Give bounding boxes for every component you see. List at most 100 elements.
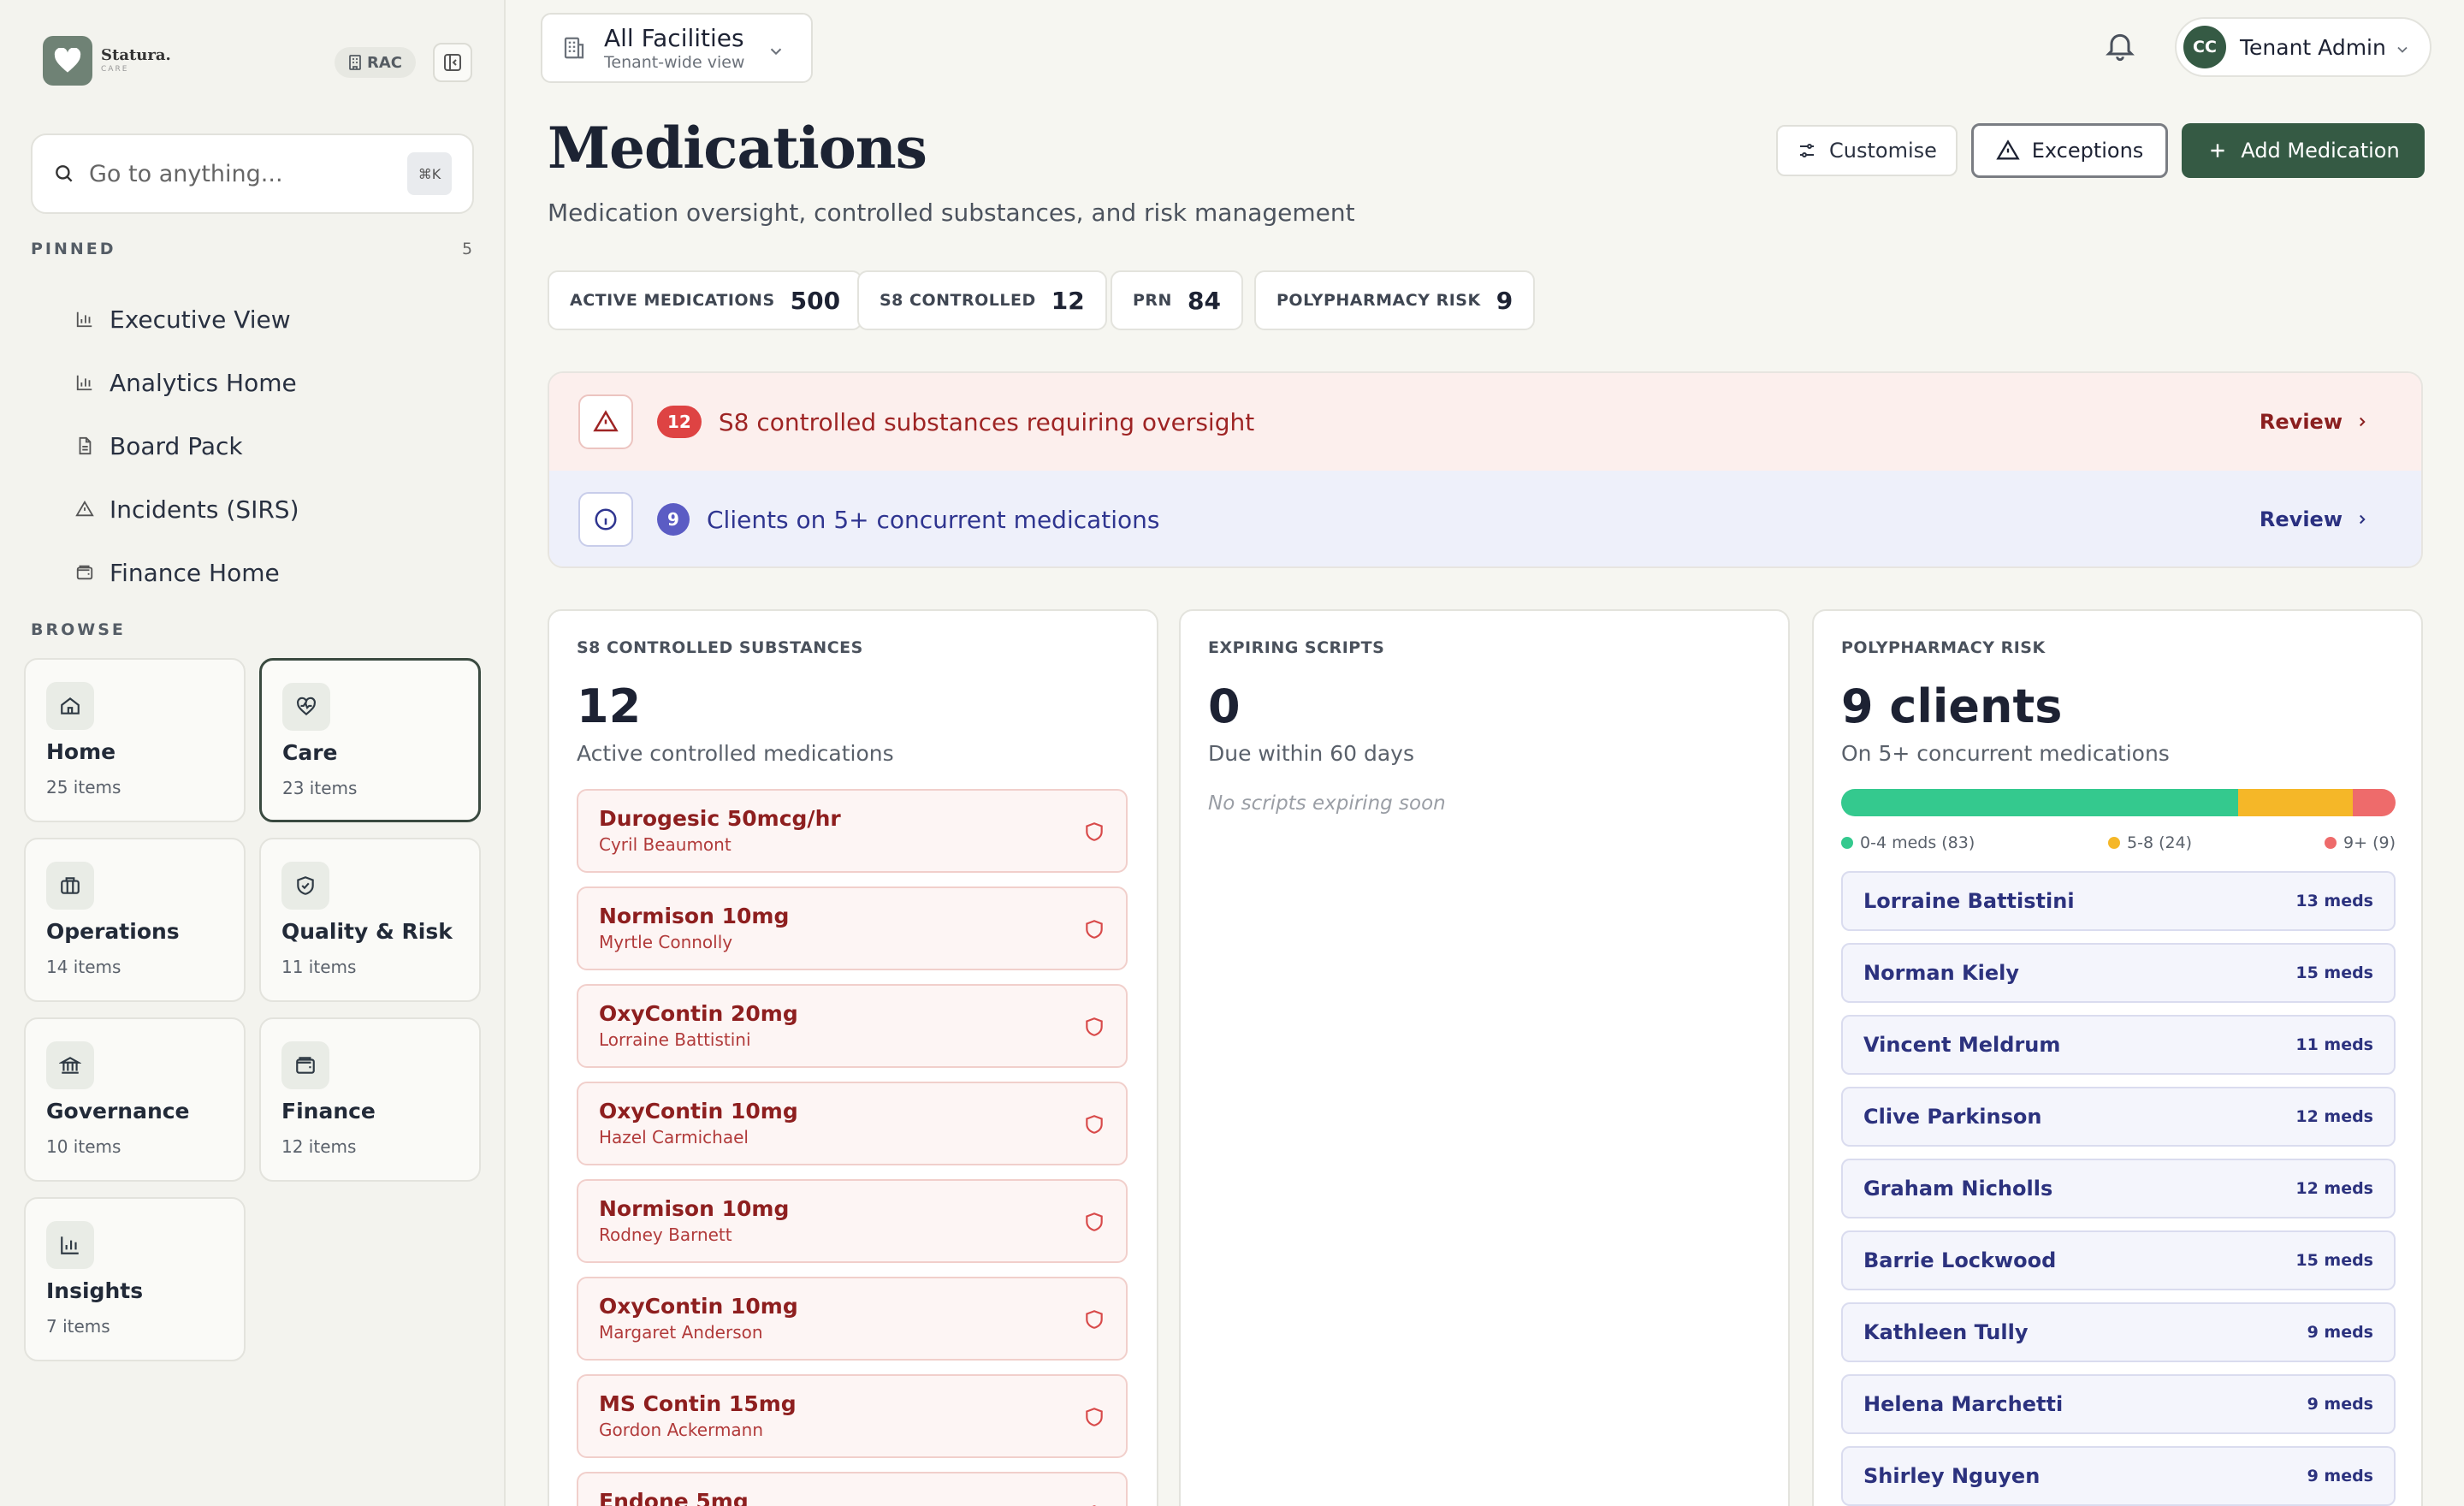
s8-medication-item[interactable]: Normison 10mg Myrtle Connolly [577, 886, 1128, 970]
s8-medication-item[interactable]: MS Contin 15mg Gordon Ackermann [577, 1374, 1128, 1458]
legend-item-low: 0-4 meds (83) [1841, 833, 1975, 852]
building-icon [564, 37, 584, 59]
warning-icon [578, 394, 633, 449]
pinned-item-executive-view[interactable]: Executive View [75, 288, 299, 351]
pinned-item-incidents[interactable]: Incidents (SIRS) [75, 477, 299, 541]
card-label: POLYPHARMACY RISK [1841, 638, 2046, 657]
facility-subtitle: Tenant-wide view [604, 52, 745, 72]
browse-card-count: 10 items [46, 1136, 121, 1157]
shortcut-hint: ⌘K [407, 152, 452, 195]
collapse-sidebar-button[interactable] [433, 43, 472, 82]
polypharmacy-card: POLYPHARMACY RISK 9 clients On 5+ concur… [1812, 609, 2423, 1506]
search-input[interactable] [89, 160, 407, 187]
card-value: 9 clients [1841, 679, 2063, 733]
stat-label: S8 CONTROLLED [880, 291, 1036, 310]
stat-active-medications[interactable]: ACTIVE MEDICATIONS 500 [548, 270, 863, 330]
pinned-item-label: Board Pack [110, 431, 243, 460]
browse-card-finance[interactable]: Finance 12 items [259, 1017, 481, 1182]
alert-text: Clients on 5+ concurrent medications [707, 505, 1160, 534]
pinned-list: Executive View Analytics Home Board Pack… [75, 288, 299, 604]
drug-name: MS Contin 15mg [599, 1391, 797, 1416]
plus-icon [2211, 144, 2224, 157]
polypharmacy-client-item[interactable]: Norman Kiely 15 meds [1841, 943, 2396, 1003]
page-title: Medications [548, 115, 927, 181]
topbar: All Facilities Tenant-wide view CC Tenan… [506, 0, 2464, 94]
browse-card-home[interactable]: Home 25 items [24, 658, 246, 822]
pinned-item-finance-home[interactable]: Finance Home [75, 541, 299, 604]
global-search[interactable]: ⌘K [31, 133, 474, 214]
browse-card-quality-risk[interactable]: Quality & Risk 11 items [259, 838, 481, 1002]
alert-review-link[interactable]: Review [2260, 507, 2370, 531]
distribution-legend: 0-4 meds (83) 5-8 (24) 9+ (9) [1841, 833, 2396, 859]
meds-count: 15 meds [2295, 963, 2373, 982]
s8-medication-item[interactable]: Durogesic 50mcg/hr Cyril Beaumont [577, 789, 1128, 873]
chevron-right-icon [2360, 514, 2366, 525]
expiring-scripts-card: EXPIRING SCRIPTS 0 Due within 60 days No… [1179, 609, 1790, 1506]
alert-review-link[interactable]: Review [2260, 410, 2370, 434]
facility-selector[interactable]: All Facilities Tenant-wide view [541, 13, 813, 83]
exceptions-button[interactable]: Exceptions [1971, 123, 2168, 178]
polypharmacy-client-item[interactable]: Helena Marchetti 9 meds [1841, 1374, 2396, 1434]
client-name: Barrie Lockwood [1863, 1248, 2057, 1272]
browse-card-insights[interactable]: Insights 7 items [24, 1197, 246, 1361]
add-medication-button[interactable]: Add Medication [2182, 123, 2425, 178]
meds-count: 9 meds [2307, 1323, 2373, 1342]
polypharmacy-client-item[interactable]: Vincent Meldrum 11 meds [1841, 1015, 2396, 1075]
polypharmacy-client-item[interactable]: Kathleen Tully 9 meds [1841, 1302, 2396, 1362]
polypharmacy-client-item[interactable]: Lorraine Battistini 13 meds [1841, 871, 2396, 931]
alert-count-badge: 12 [657, 406, 702, 438]
browse-card-governance[interactable]: Governance 10 items [24, 1017, 246, 1182]
s8-medication-item[interactable]: Normison 10mg Rodney Barnett [577, 1179, 1128, 1263]
pinned-count: 5 [462, 240, 473, 258]
sliders-icon [1800, 144, 1815, 157]
notifications-bell-icon[interactable] [2103, 28, 2137, 62]
alert-s8-oversight[interactable]: 12 S8 controlled substances requiring ov… [549, 373, 2421, 471]
review-label: Review [2259, 410, 2343, 434]
browse-card-count: 12 items [281, 1136, 357, 1157]
stat-prn[interactable]: PRN 84 [1111, 270, 1243, 330]
browse-card-title: Operations [46, 919, 180, 944]
shield-check-icon [281, 862, 329, 910]
bar-chart-icon [76, 375, 92, 391]
drug-name: Endone 5mg [599, 1489, 749, 1506]
client-name: Norman Kiely [1863, 961, 2020, 985]
polypharmacy-client-item[interactable]: Barrie Lockwood 15 meds [1841, 1230, 2396, 1290]
client-name: Graham Nicholls [1863, 1177, 2053, 1201]
alert-polypharmacy[interactable]: 9 Clients on 5+ concurrent medications R… [549, 471, 2421, 566]
org-badge[interactable]: RAC [335, 47, 417, 78]
client-name: Vincent Meldrum [1863, 1033, 2061, 1057]
warning-icon [1995, 139, 2020, 160]
pinned-item-board-pack[interactable]: Board Pack [75, 414, 299, 477]
stat-label: PRN [1133, 291, 1172, 310]
browse-card-title: Insights [46, 1278, 144, 1303]
s8-medication-item[interactable]: OxyContin 10mg Hazel Carmichael [577, 1082, 1128, 1165]
browse-card-count: 23 items [282, 778, 358, 798]
customise-button[interactable]: Customise [1776, 125, 1958, 176]
polypharmacy-client-item[interactable]: Graham Nicholls 12 meds [1841, 1159, 2396, 1218]
client-name: Hazel Carmichael [599, 1127, 749, 1147]
polypharmacy-client-item[interactable]: Clive Parkinson 12 meds [1841, 1087, 2396, 1147]
alerts-panel: 12 S8 controlled substances requiring ov… [548, 371, 2423, 568]
s8-medication-item[interactable]: Endone 5mg [577, 1472, 1128, 1506]
stat-s8-controlled[interactable]: S8 CONTROLLED 12 [857, 270, 1107, 330]
drug-name: OxyContin 20mg [599, 1001, 798, 1026]
stat-polypharmacy-risk[interactable]: POLYPHARMACY RISK 9 [1254, 270, 1536, 330]
polypharmacy-client-item[interactable]: Shirley Nguyen 9 meds [1841, 1446, 2396, 1506]
pinned-item-analytics-home[interactable]: Analytics Home [75, 351, 299, 414]
legend-label: 5-8 (24) [2127, 833, 2193, 852]
shield-icon [1092, 1505, 1097, 1506]
brand-logo[interactable]: Statura. CARE [43, 36, 171, 86]
browse-card-operations[interactable]: Operations 14 items [24, 838, 246, 1002]
browse-card-title: Governance [46, 1099, 190, 1124]
brand-name: Statura. [101, 46, 171, 64]
exceptions-label: Exceptions [2031, 139, 2144, 163]
distribution-segment [1841, 789, 2238, 816]
browse-card-care[interactable]: Care 23 items [259, 658, 481, 822]
meds-count: 12 meds [2295, 1107, 2373, 1126]
user-menu[interactable]: CC Tenant Admin [2175, 17, 2431, 77]
s8-medication-item[interactable]: OxyContin 10mg Margaret Anderson [577, 1277, 1128, 1361]
legend-dot [1841, 837, 1853, 849]
shield-icon [1086, 822, 1103, 841]
s8-medication-item[interactable]: OxyContin 20mg Lorraine Battistini [577, 984, 1128, 1068]
brand-sub: CARE [101, 65, 129, 74]
